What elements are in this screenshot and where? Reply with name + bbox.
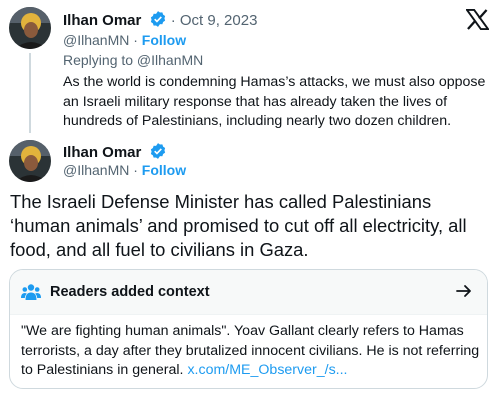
author-name[interactable]: Ilhan Omar (63, 144, 141, 161)
avatar-image (9, 140, 51, 182)
author-handle[interactable]: @IlhanMN (63, 162, 129, 178)
avatar[interactable] (9, 7, 51, 49)
author-handle[interactable]: @IlhanMN (63, 32, 129, 48)
avatar[interactable] (9, 140, 51, 182)
thread-line (29, 53, 31, 133)
community-note[interactable]: Readers added context "We are fighting h… (9, 269, 488, 389)
arrow-right-icon[interactable] (455, 282, 473, 300)
separator: · (133, 32, 138, 48)
main-tweet-text: The Israeli Defense Minister has called … (10, 191, 467, 260)
community-note-title: Readers added context (50, 284, 210, 300)
replying-to: Replying to @IlhanMN (63, 52, 204, 68)
tweet-date[interactable]: · Oct 9, 2023 (171, 12, 258, 29)
community-note-body: "We are fighting human animals". Yoav Ga… (21, 322, 481, 381)
parent-tweet-text: As the world is condemning Hamas’s attac… (63, 74, 486, 129)
parent-tweet-handle-row: @IlhanMN · Follow (63, 32, 186, 48)
community-note-header[interactable]: Readers added context (10, 270, 487, 315)
x-logo-icon[interactable] (466, 9, 489, 30)
verified-badge-icon (150, 143, 165, 159)
main-tweet-header: Ilhan Omar (63, 142, 167, 161)
follow-button[interactable]: Follow (142, 32, 186, 48)
follow-button[interactable]: Follow (142, 162, 186, 178)
parent-tweet-header: Ilhan Omar · Oct 9, 2023 (63, 10, 257, 29)
avatar-image (9, 7, 51, 49)
community-note-link[interactable]: x.com/ME_Observer_/s... (187, 362, 347, 378)
separator: · (133, 162, 138, 178)
main-tweet-handle-row: @IlhanMN · Follow (63, 162, 186, 178)
verified-badge-icon (150, 11, 165, 27)
author-name[interactable]: Ilhan Omar (63, 12, 141, 29)
people-icon (21, 284, 41, 300)
